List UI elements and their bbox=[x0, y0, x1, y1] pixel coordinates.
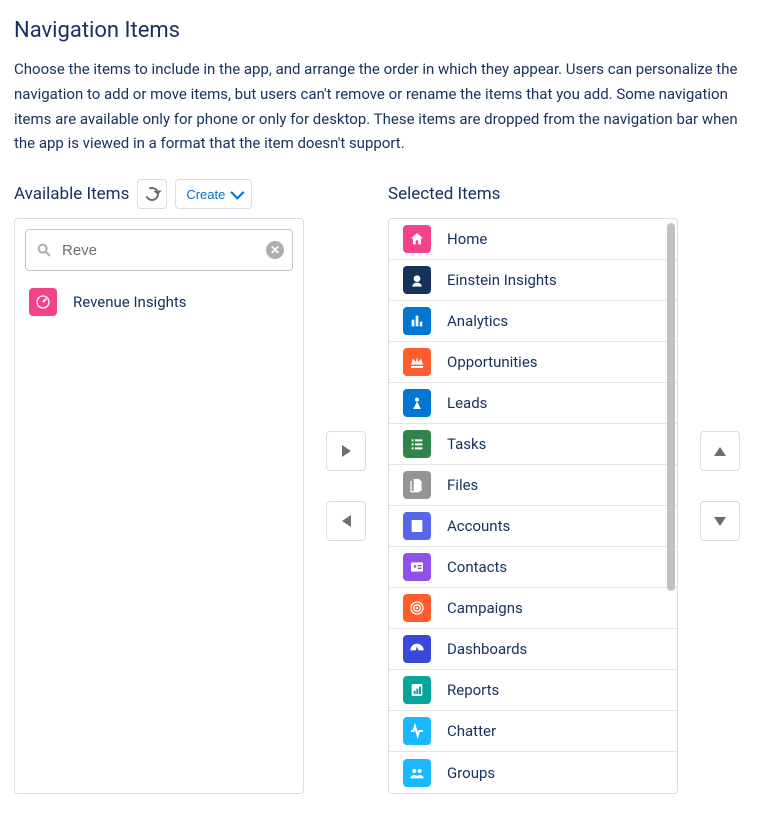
chart-icon bbox=[403, 307, 431, 335]
item-label: Accounts bbox=[447, 517, 510, 535]
selected-item[interactable]: Files bbox=[389, 465, 677, 506]
selected-panel: Home Einstein Insights Analytics Opportunit… bbox=[388, 218, 678, 794]
crown-icon bbox=[403, 348, 431, 376]
reorder-controls bbox=[678, 178, 740, 794]
files-icon bbox=[403, 471, 431, 499]
item-label: Tasks bbox=[447, 435, 486, 453]
transfer-controls bbox=[304, 178, 388, 794]
remove-button[interactable] bbox=[326, 501, 366, 541]
scrollbar[interactable] bbox=[667, 223, 675, 789]
arrow-up-icon bbox=[714, 447, 726, 456]
item-label: Einstein Insights bbox=[447, 271, 557, 289]
item-label: Campaigns bbox=[447, 599, 523, 617]
selected-item[interactable]: Tasks bbox=[389, 424, 677, 465]
clear-search-button[interactable]: ✕ bbox=[266, 241, 284, 259]
create-label: Create bbox=[186, 187, 225, 202]
pulse-icon bbox=[403, 717, 431, 745]
arrow-left-icon bbox=[342, 515, 351, 527]
scrollbar-thumb[interactable] bbox=[667, 223, 675, 591]
search-wrap: ✕ bbox=[15, 219, 303, 281]
gauge-icon bbox=[29, 288, 57, 316]
arrow-right-icon bbox=[342, 445, 351, 457]
item-label: Revenue Insights bbox=[73, 293, 187, 311]
item-label: Analytics bbox=[447, 312, 508, 330]
groups-icon bbox=[403, 759, 431, 787]
refresh-icon bbox=[143, 185, 161, 203]
item-label: Files bbox=[447, 476, 478, 494]
item-label: Reports bbox=[447, 681, 499, 699]
chevron-down-icon bbox=[231, 186, 245, 200]
page-title: Navigation Items bbox=[14, 18, 755, 43]
item-label: Dashboards bbox=[447, 640, 527, 658]
home-icon bbox=[403, 225, 431, 253]
dash-icon bbox=[403, 635, 431, 663]
selected-heading: Selected Items bbox=[388, 184, 500, 204]
report-icon bbox=[403, 676, 431, 704]
available-header: Available Items Create bbox=[14, 178, 304, 210]
item-label: Leads bbox=[447, 394, 487, 412]
item-label: Chatter bbox=[447, 722, 496, 740]
create-button[interactable]: Create bbox=[175, 179, 252, 209]
selected-item[interactable]: Accounts bbox=[389, 506, 677, 547]
item-label: Groups bbox=[447, 764, 495, 782]
item-label: Contacts bbox=[447, 558, 507, 576]
dual-list: Available Items Create ✕ Revenue Insight… bbox=[14, 178, 755, 794]
selected-item[interactable]: Dashboards bbox=[389, 629, 677, 670]
selected-item[interactable]: Groups bbox=[389, 752, 677, 793]
selected-column: Selected Items Home Einstein Insights Anal… bbox=[388, 178, 678, 794]
refresh-button[interactable] bbox=[137, 179, 167, 209]
available-item[interactable]: Revenue Insights bbox=[15, 281, 303, 322]
arrow-down-icon bbox=[714, 517, 726, 526]
id-icon bbox=[403, 553, 431, 581]
selected-item[interactable]: Chatter bbox=[389, 711, 677, 752]
search-box: ✕ bbox=[25, 229, 293, 271]
selected-item[interactable]: Home bbox=[389, 219, 677, 260]
selected-item[interactable]: Analytics bbox=[389, 301, 677, 342]
search-icon bbox=[36, 242, 52, 258]
move-down-button[interactable] bbox=[700, 501, 740, 541]
add-button[interactable] bbox=[326, 431, 366, 471]
move-up-button[interactable] bbox=[700, 431, 740, 471]
available-heading: Available Items bbox=[14, 184, 129, 204]
selected-item[interactable]: Reports bbox=[389, 670, 677, 711]
page-description: Choose the items to include in the app, … bbox=[14, 57, 754, 156]
star-icon bbox=[403, 389, 431, 417]
selected-item[interactable]: Campaigns bbox=[389, 588, 677, 629]
selected-header: Selected Items bbox=[388, 178, 678, 210]
selected-item[interactable]: Leads bbox=[389, 383, 677, 424]
search-input[interactable] bbox=[60, 241, 258, 260]
selected-item[interactable]: Einstein Insights bbox=[389, 260, 677, 301]
item-label: Home bbox=[447, 230, 487, 248]
close-icon: ✕ bbox=[270, 244, 280, 256]
selected-list: Home Einstein Insights Analytics Opportunit… bbox=[389, 219, 677, 793]
target-icon bbox=[403, 594, 431, 622]
tasks-icon bbox=[403, 430, 431, 458]
einstein-icon bbox=[403, 266, 431, 294]
available-list: Revenue Insights bbox=[15, 281, 303, 793]
available-column: Available Items Create ✕ Revenue Insight… bbox=[14, 178, 304, 794]
building-icon bbox=[403, 512, 431, 540]
available-panel: ✕ Revenue Insights bbox=[14, 218, 304, 794]
item-label: Opportunities bbox=[447, 353, 538, 371]
selected-item[interactable]: Opportunities bbox=[389, 342, 677, 383]
selected-item[interactable]: Contacts bbox=[389, 547, 677, 588]
